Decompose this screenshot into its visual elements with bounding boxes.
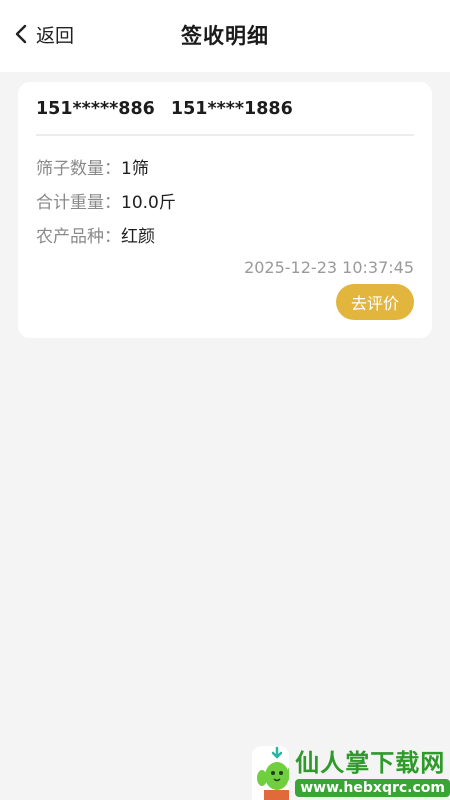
phone-numbers: 151*****886 151****1886 bbox=[36, 99, 293, 119]
row-value: 1筛 bbox=[121, 159, 149, 179]
timestamp: 2025-12-23 10:37:45 bbox=[244, 258, 414, 277]
row-label: 筛子数量： bbox=[36, 159, 121, 179]
row-total-weight: 合计重量：10.0斤 bbox=[36, 188, 176, 213]
row-value: 红颜 bbox=[121, 227, 155, 247]
watermark-text: 仙人掌下载网 www.hebxqrc.com bbox=[295, 749, 450, 797]
row-variety: 农产品种：红颜 bbox=[36, 222, 155, 247]
row-label: 合计重量： bbox=[36, 193, 121, 213]
watermark: 仙人掌下载网 www.hebxqrc.com bbox=[252, 746, 450, 800]
row-value: 10.0斤 bbox=[121, 193, 176, 213]
receiver-phone: 151****1886 bbox=[170, 99, 293, 119]
page-title: 签收明细 bbox=[181, 24, 269, 48]
watermark-title: 仙人掌下载网 bbox=[295, 749, 446, 777]
header-bar: 返回 签收明细 bbox=[0, 0, 450, 72]
row-sieve-count: 筛子数量：1筛 bbox=[36, 154, 149, 179]
card-divider bbox=[36, 134, 414, 136]
rate-button[interactable]: 去评价 bbox=[336, 284, 414, 320]
row-label: 农产品种： bbox=[36, 227, 121, 247]
sender-phone: 151*****886 bbox=[36, 99, 155, 119]
watermark-url: www.hebxqrc.com bbox=[295, 779, 450, 797]
cactus-logo-icon bbox=[252, 746, 290, 800]
receipt-card: 151*****886 151****1886 筛子数量：1筛 合计重量：10.… bbox=[18, 82, 432, 338]
